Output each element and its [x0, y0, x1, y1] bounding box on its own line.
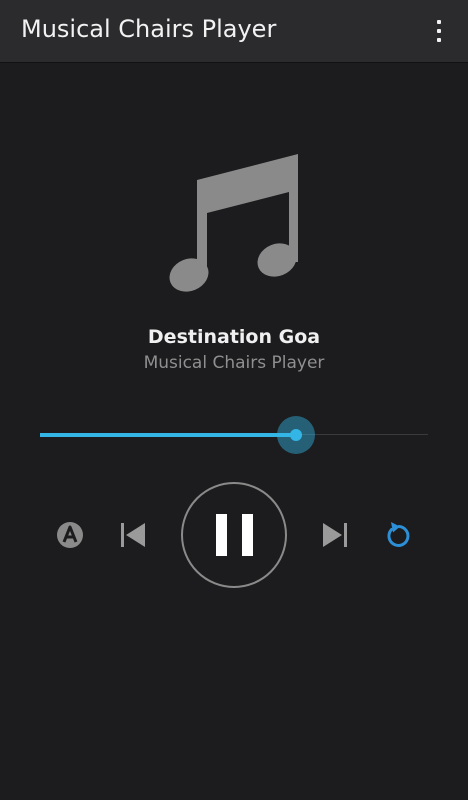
previous-button[interactable] [116, 519, 150, 551]
seek-bar[interactable] [40, 416, 428, 454]
repeat-button[interactable] [382, 518, 414, 552]
repeat-icon [387, 522, 410, 547]
music-player-screen: Musical Chairs Player Destination Goa Mu… [0, 0, 468, 800]
music-note-icon [169, 154, 298, 292]
auto-a-icon [57, 522, 83, 548]
next-button[interactable] [318, 519, 352, 551]
overflow-menu-button[interactable] [420, 10, 458, 52]
seek-thumb[interactable] [277, 416, 316, 454]
track-title: Destination Goa [147, 326, 321, 348]
app-title: Musical Chairs Player [21, 15, 277, 43]
album-art [165, 150, 305, 300]
skip-previous-icon [121, 523, 145, 547]
skip-next-icon [323, 523, 347, 547]
track-artist: Musical Chairs Player [143, 353, 325, 373]
seek-progress [40, 433, 297, 437]
auto-button[interactable] [54, 519, 86, 551]
play-pause-button[interactable] [180, 481, 288, 589]
pause-icon [181, 482, 287, 588]
action-bar: Musical Chairs Player [0, 0, 468, 63]
